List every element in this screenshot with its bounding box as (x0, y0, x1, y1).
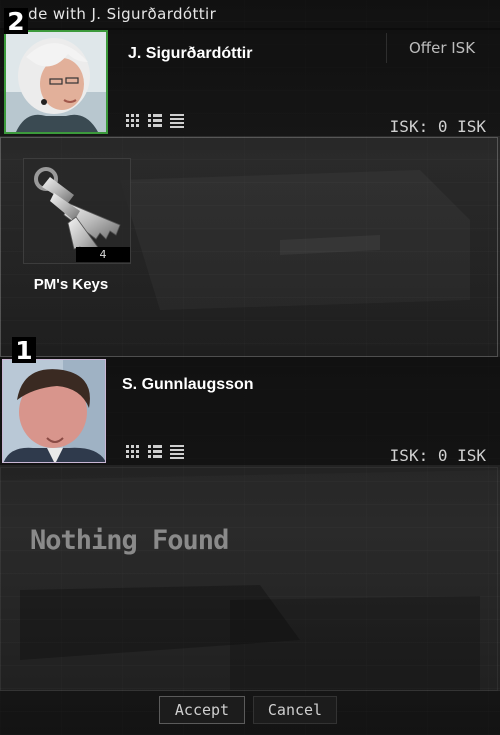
cancel-button[interactable]: Cancel (253, 696, 337, 724)
title-name: J. Sigurðardóttir (91, 5, 217, 23)
view-mode-switcher (126, 445, 184, 459)
icon-grid-view-icon[interactable] (126, 114, 140, 128)
items-panel-bottom[interactable] (0, 467, 498, 691)
party-header-top: 2 J. Sigurðardóttir Offer ISK ISK: 0 ISK (0, 8, 500, 136)
empty-state-text: Nothing Found (30, 525, 229, 556)
portrait-top[interactable] (4, 30, 108, 134)
list-view-icon[interactable] (170, 114, 184, 128)
title-bar[interactable]: rade with J. Sigurðardóttir (0, 0, 500, 30)
portrait-bottom[interactable] (2, 359, 106, 463)
view-mode-switcher (126, 114, 184, 128)
isk-amount: ISK: 0 ISK (389, 446, 486, 465)
list-view-icon[interactable] (170, 445, 184, 459)
party-header-bottom: 1 S. Gunnlaugsson ISK: 0 ISK (0, 337, 500, 465)
isk-amount: ISK: 0 ISK (389, 117, 486, 136)
avatar (3, 360, 105, 462)
item-thumbnail[interactable]: 4 (23, 158, 131, 264)
icon-grid-view-icon[interactable] (126, 445, 140, 459)
party-name: J. Sigurðardóttir (128, 45, 253, 62)
trade-window: rade with J. Sigurðardóttir 2 J. Sigurða… (0, 0, 500, 735)
item-label: PM's Keys (33, 276, 109, 293)
window-title: rade with J. Sigurðardóttir (12, 5, 216, 23)
footer-bar: Accept Cancel (0, 690, 500, 735)
avatar (6, 32, 106, 132)
offer-isk-button[interactable]: Offer ISK (386, 33, 497, 63)
party-name: S. Gunnlaugsson (122, 376, 254, 393)
accept-button[interactable]: Accept (159, 696, 245, 724)
party-number-badge: 1 (12, 337, 36, 364)
details-list-view-icon[interactable] (148, 114, 162, 128)
party-number-badge: 2 (4, 8, 28, 35)
items-panel-top[interactable]: 4 PM's Keys (0, 137, 498, 357)
details-list-view-icon[interactable] (148, 445, 162, 459)
item-quantity: 4 (76, 247, 130, 262)
